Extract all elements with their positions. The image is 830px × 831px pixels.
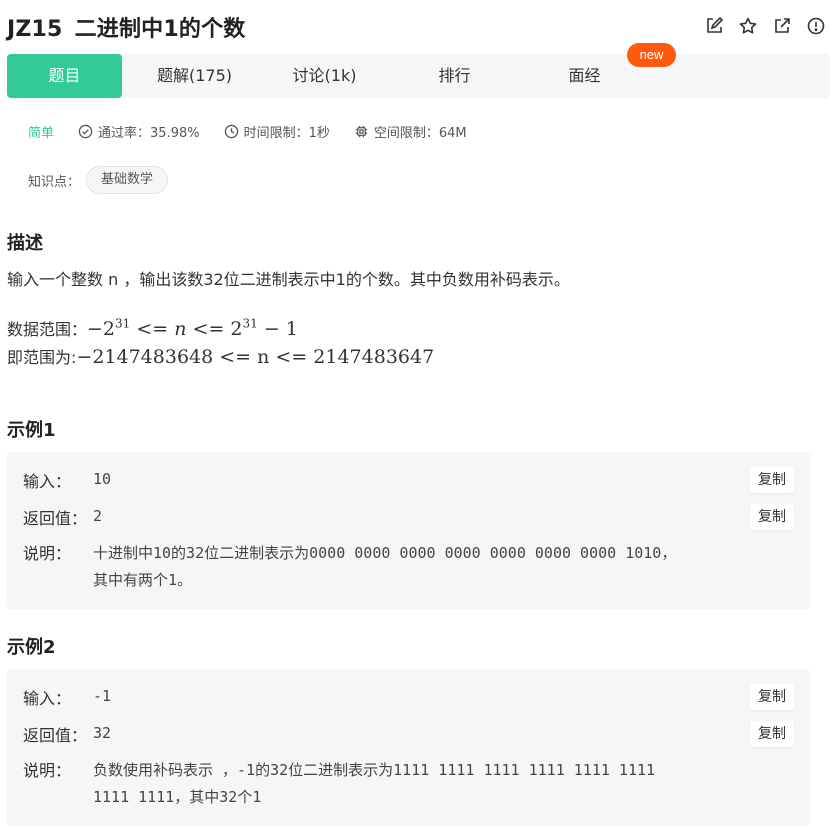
range-formula: −231 <= n <= 231 − 1 (87, 316, 298, 340)
copy-input-button[interactable]: 复制 (750, 684, 794, 710)
tab-ranking[interactable]: 排行 (397, 54, 512, 98)
input-label: 输入： (23, 472, 72, 491)
output-label: 返回值： (23, 509, 88, 528)
example-2-panel: 输入： -1 复制 返回值： 32 复制 说明： 负数使用补码表示 ，-1的32… (7, 669, 810, 826)
example-1-panel: 输入： 10 复制 返回值： 2 复制 说明： 十进制中10的32位二进制表示为… (7, 452, 810, 609)
new-badge: new (627, 43, 676, 67)
report-icon[interactable] (806, 16, 826, 36)
space-limit: 空间限制：64M (373, 126, 467, 141)
share-icon[interactable] (772, 16, 792, 36)
page-title: JZ15 二进制中1的个数 (7, 11, 245, 43)
example-2-note: 负数使用补码表示 ，-1的32位二进制表示为1111 1111 1111 111… (93, 761, 656, 806)
chip-icon (355, 125, 367, 138)
header-actions (704, 16, 826, 36)
range-line-1: 数据范围：−231 <= n <= 231 − 1 (7, 316, 298, 340)
example-2-input: -1 (93, 687, 112, 705)
note-label: 说明： (23, 544, 72, 563)
range-line-2: 即范围为:−2147483648 <= n <= 2147483647 (7, 344, 434, 368)
clock-icon (224, 124, 238, 139)
tab-problem[interactable]: 题目 (7, 54, 122, 98)
range-label: 数据范围： (7, 320, 88, 339)
example-1-note: 十进制中10的32位二进制表示为0000 0000 0000 0000 0000… (93, 544, 677, 589)
range-formula-2: −2147483648 <= n <= 2147483647 (76, 346, 435, 368)
edit-icon[interactable] (704, 16, 724, 36)
check-circle-icon (78, 124, 93, 139)
example-1-heading: 示例1 (7, 420, 56, 441)
knowledge-label: 知识点： (28, 174, 81, 190)
description-heading: 描述 (7, 233, 43, 254)
knowledge-tag[interactable]: 基础数学 (86, 166, 169, 194)
problem-meta: 简单 通过率：35.98% 时间限制：1秒 空间限制：64M (28, 122, 491, 141)
problem-title: 二进制中1的个数 (74, 17, 246, 42)
input-label: 输入： (23, 689, 72, 708)
range-label-2: 即范围为: (7, 348, 77, 367)
knowledge-points: 知识点： 基础数学 (28, 166, 169, 194)
star-icon[interactable] (738, 16, 758, 36)
description-text: 输入一个整数 n ，输出该数32位二进制表示中1的个数。其中负数用补码表示。 (7, 270, 570, 289)
difficulty-label: 简单 (28, 126, 55, 141)
tab-discussion[interactable]: 讨论(1k) (267, 54, 382, 98)
pass-rate: 通过率：35.98% (98, 126, 200, 141)
example-1-input: 10 (93, 470, 112, 488)
copy-output-button[interactable]: 复制 (750, 504, 794, 530)
example-2-output: 32 (93, 724, 112, 742)
tab-solutions[interactable]: 题解(175) (137, 54, 252, 98)
tab-interview[interactable]: 面经 (527, 54, 642, 98)
time-limit: 时间限制：1秒 (243, 126, 330, 141)
example-1-output: 2 (93, 507, 103, 525)
note-label: 说明： (23, 761, 72, 780)
tab-bar: 题目 题解(175) 讨论(1k) 排行 面经 (7, 54, 830, 98)
problem-code: JZ15 (7, 17, 63, 42)
copy-output-button[interactable]: 复制 (750, 721, 794, 747)
copy-input-button[interactable]: 复制 (750, 467, 794, 493)
example-2-heading: 示例2 (7, 637, 56, 658)
output-label: 返回值： (23, 726, 88, 745)
